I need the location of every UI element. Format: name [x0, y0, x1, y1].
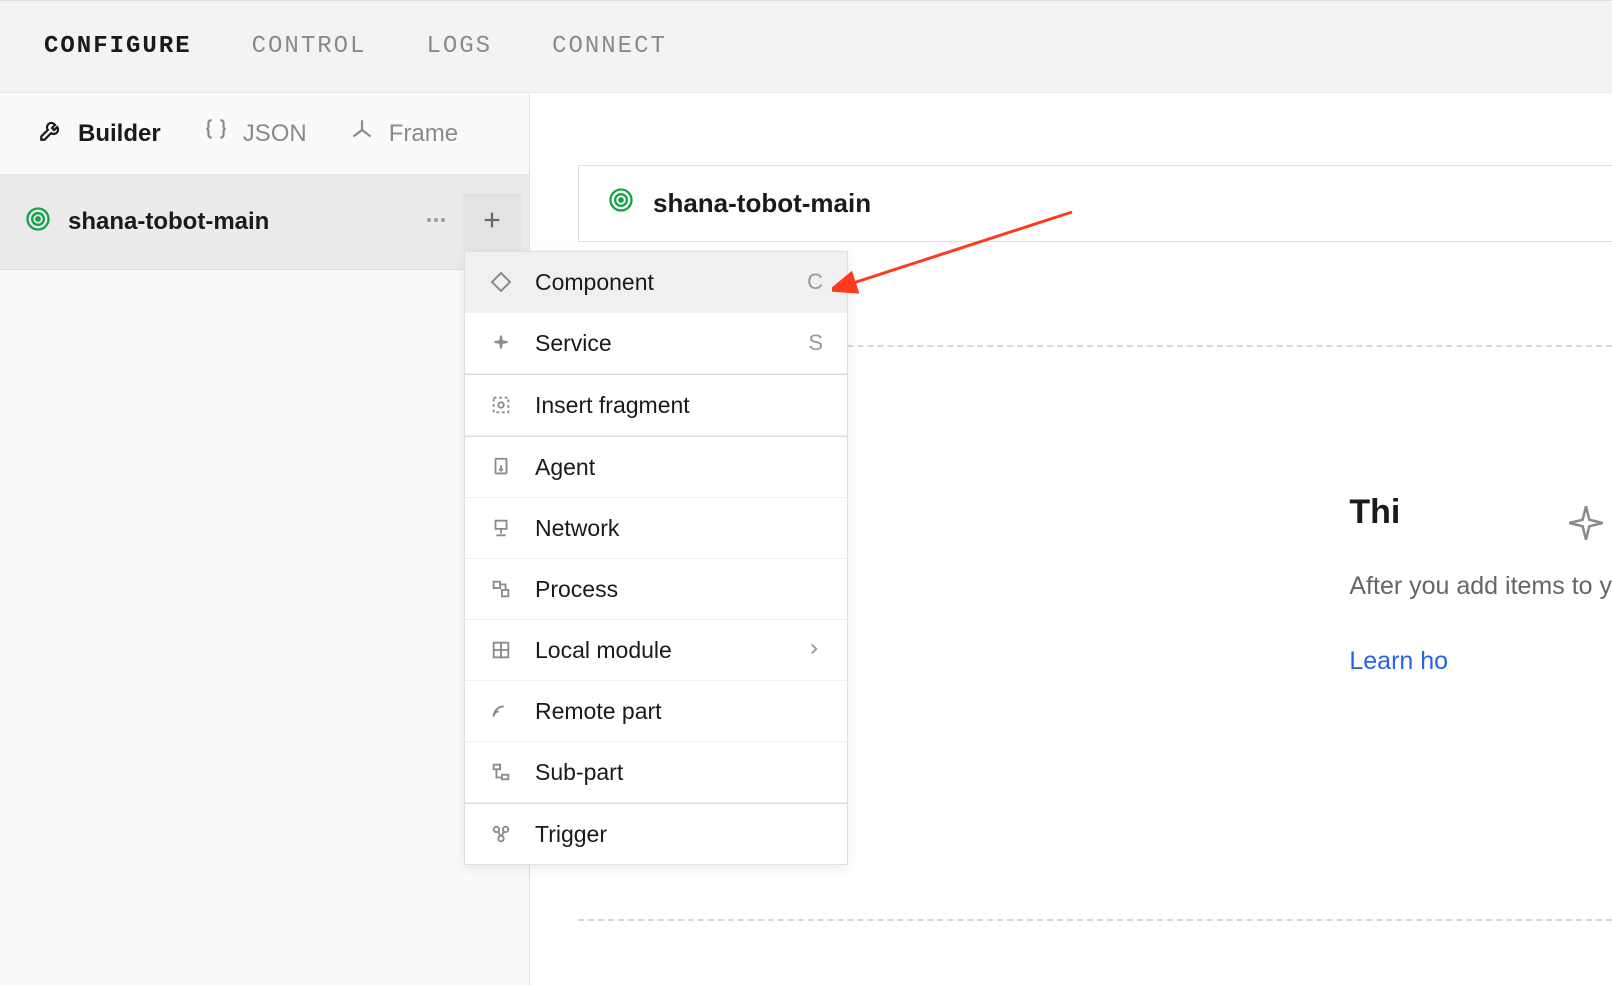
empty-state-link[interactable]: Learn ho: [1349, 647, 1612, 676]
sidebar-mode-frame-label: Frame: [389, 120, 458, 148]
add-button[interactable]: [463, 193, 521, 251]
sidebar-mode-json-label: JSON: [243, 120, 307, 148]
axes-icon: [349, 117, 375, 150]
tree-root-label: shana-tobot-main: [68, 208, 269, 236]
dashed-divider-bottom: [578, 919, 1612, 921]
sidebar-mode-builder-label: Builder: [78, 120, 161, 148]
menu-sub-part[interactable]: Sub-part: [465, 742, 847, 803]
tree-root-row[interactable]: shana-tobot-main: [0, 175, 529, 270]
sidebar-mode-json[interactable]: JSON: [203, 117, 307, 150]
breadcrumb-label: shana-tobot-main: [653, 188, 871, 219]
menu-trigger-label: Trigger: [535, 821, 607, 848]
tab-connect[interactable]: CONNECT: [552, 33, 667, 60]
target-icon: [24, 205, 52, 240]
menu-agent[interactable]: Agent: [465, 436, 847, 498]
menu-network-label: Network: [535, 515, 619, 542]
network-icon: [487, 514, 515, 542]
dots-icon: [424, 208, 448, 237]
menu-sub-part-label: Sub-part: [535, 759, 623, 786]
tree-root-left: shana-tobot-main: [24, 205, 269, 240]
menu-local-module-label: Local module: [535, 637, 672, 664]
menu-remote-part-label: Remote part: [535, 698, 662, 725]
tab-configure[interactable]: CONFIGURE: [44, 33, 192, 60]
sidebar-mode-builder[interactable]: Builder: [38, 117, 161, 150]
chevron-right-icon: [805, 637, 823, 664]
target-icon: [607, 186, 635, 221]
top-tabs: CONFIGURE CONTROL LOGS CONNECT: [0, 0, 1612, 93]
menu-network[interactable]: Network: [465, 498, 847, 559]
menu-process-label: Process: [535, 576, 618, 603]
empty-state: Thi After you add items to y Learn ho: [1289, 493, 1612, 676]
sidebar-modes: Builder JSON Frame: [0, 93, 529, 175]
plus-icon: [481, 209, 503, 236]
tab-control[interactable]: CONTROL: [252, 33, 367, 60]
wrench-icon: [38, 117, 64, 150]
menu-service[interactable]: Service S: [465, 313, 847, 374]
breadcrumb: shana-tobot-main: [578, 165, 1612, 242]
menu-local-module[interactable]: Local module: [465, 620, 847, 681]
tree-root-actions: [413, 193, 521, 251]
module-icon: [487, 636, 515, 664]
menu-component-shortcut: C: [807, 269, 823, 295]
trigger-icon: [487, 820, 515, 848]
subpart-icon: [487, 758, 515, 786]
braces-icon: [203, 117, 229, 150]
sparkle-small-icon: [487, 329, 515, 357]
menu-insert-fragment[interactable]: Insert fragment: [465, 374, 847, 436]
tab-logs[interactable]: LOGS: [426, 33, 492, 60]
sidebar-mode-frame[interactable]: Frame: [349, 117, 458, 150]
process-icon: [487, 575, 515, 603]
menu-component-label: Component: [535, 269, 654, 296]
remote-icon: [487, 697, 515, 725]
menu-remote-part[interactable]: Remote part: [465, 681, 847, 742]
more-button[interactable]: [413, 199, 459, 245]
menu-agent-label: Agent: [535, 454, 595, 481]
diamond-icon: [487, 268, 515, 296]
menu-service-label: Service: [535, 330, 612, 357]
empty-state-header: Thi: [1349, 493, 1612, 532]
empty-state-subtext: After you add items to y: [1349, 572, 1612, 601]
menu-process[interactable]: Process: [465, 559, 847, 620]
fragment-icon: [487, 391, 515, 419]
menu-component[interactable]: Component C: [465, 252, 847, 313]
add-dropdown: Component C Service S Insert fragment Ag…: [464, 251, 848, 865]
sidebar: Builder JSON Frame: [0, 93, 530, 985]
menu-service-shortcut: S: [808, 330, 823, 356]
menu-trigger[interactable]: Trigger: [465, 803, 847, 864]
agent-icon: [487, 453, 515, 481]
menu-insert-fragment-label: Insert fragment: [535, 392, 690, 419]
